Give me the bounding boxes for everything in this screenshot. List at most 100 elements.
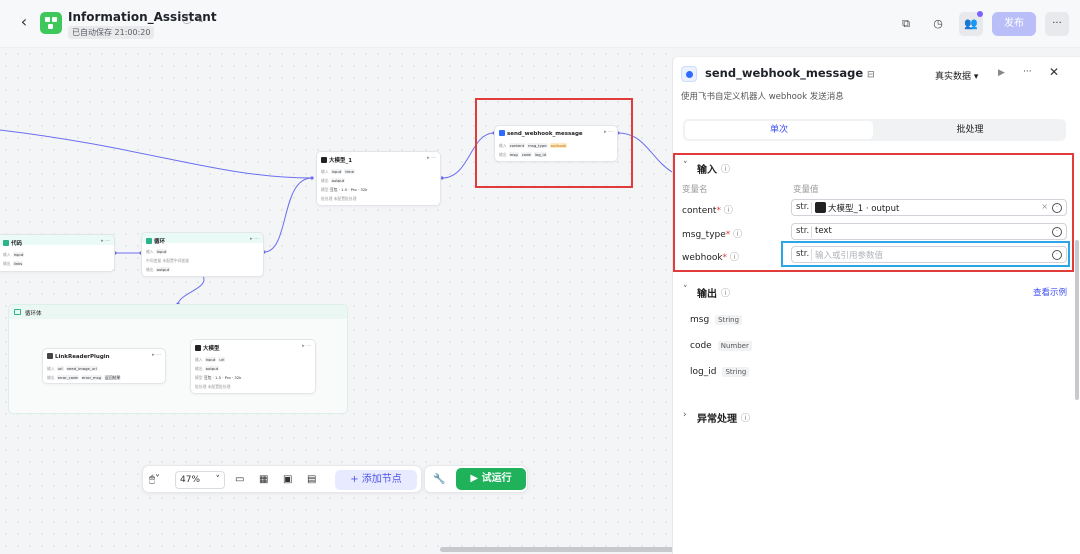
node-code[interactable]: 代码 ▸ ··· 输入 input 输出 links [0, 234, 115, 272]
data-source-select[interactable]: 真实数据 ▾ [935, 69, 978, 82]
node-row-input: 输入 input [146, 249, 168, 255]
copy-icon[interactable]: ⧉ [896, 14, 916, 34]
row-label: 批处理 [321, 196, 333, 201]
node-loop[interactable]: 循环 ▸ ··· 输入 input 中间变量 未配置中间变量 输出 output [141, 232, 264, 277]
output-name: msg [690, 315, 710, 325]
node-config-panel: send_webhook_message ⊟ 真实数据 ▾ ▶ ··· ✕ 使用… [672, 56, 1080, 554]
tag: input [12, 252, 25, 257]
tag: url [56, 366, 64, 371]
test-run-button[interactable]: ▶ 试运行 [456, 468, 526, 490]
node-row-batch: 批处理 未配置批处理 [321, 196, 356, 202]
tag: 返回结果 [104, 375, 122, 380]
node-row-output: 输出 error_code error_msg 返回结果 [47, 375, 122, 381]
node-row-input: 输入 url need_image_url [47, 366, 98, 372]
row-label: 输入 [195, 357, 203, 362]
code-icon [3, 240, 9, 246]
loop-icon [146, 238, 152, 244]
node-actions[interactable]: ▸ ··· [101, 238, 110, 244]
row-label: 模型 [321, 187, 329, 192]
close-icon[interactable]: ✕ [1049, 65, 1059, 79]
node-row-input: 输入 input url [195, 357, 226, 363]
tag: output [204, 366, 220, 371]
info-icon[interactable]: ⓘ [721, 286, 730, 299]
output-msg: msg String [690, 315, 743, 325]
tag: need_image_url [65, 366, 98, 371]
node-actions[interactable]: ▸ ··· [427, 155, 436, 161]
expand-error-icon[interactable]: › [683, 410, 687, 420]
highlight-webhook-field [781, 241, 1070, 267]
more-icon[interactable]: ··· [1023, 67, 1032, 77]
row-label: 中间变量 [146, 258, 162, 263]
tab-batch[interactable]: 批处理 [876, 121, 1064, 139]
tag: input [204, 357, 217, 362]
node-actions[interactable]: ▸ ··· [152, 352, 161, 358]
image-icon[interactable]: ▣ [283, 471, 292, 489]
wrench-icon[interactable]: 🔧 [433, 471, 445, 489]
loop-body-icon [14, 309, 21, 315]
llm-icon [195, 345, 201, 351]
output-code: code Number [690, 341, 752, 351]
node-title: 代码 [3, 239, 22, 247]
node-row-output: 输出 output [146, 267, 171, 273]
row-label: 输出 [146, 267, 154, 272]
row-label: 输出 [47, 375, 55, 380]
node-row-batch: 批处理 未配置批处理 [195, 384, 230, 390]
chevron-down-icon: ˅ [215, 475, 221, 485]
publish-button[interactable]: 发布 [992, 12, 1036, 36]
output-type: String [722, 367, 750, 377]
grid-layout-icon[interactable]: ▦ [259, 471, 268, 489]
node-row-input: 输入 input [3, 252, 25, 258]
node-title-text: 大模型 [203, 346, 220, 352]
tag: url [218, 357, 226, 362]
canvas-toolbar: 🖱˅ 47% ˅ ▭ ▦ ▣ ▤ + 添加节点 [142, 465, 422, 493]
row-label: 输入 [3, 252, 11, 257]
tab-single[interactable]: 单次 [685, 121, 873, 139]
panel-description: 使用飞书自定义机器人 webhook 发送消息 [681, 92, 844, 102]
loop-body-title: 循环体 [25, 311, 42, 317]
plugin-icon [47, 353, 53, 359]
node-row-input: 输入 input time [321, 169, 355, 175]
node-row-model: 模型 豆包 · 1.5 · Pro · 32k [195, 375, 241, 381]
tag: time [344, 169, 355, 174]
plugin-icon [681, 66, 697, 82]
row-value: 豆包 · 1.5 · Pro · 32k [203, 375, 242, 380]
node-title-text: 循环 [154, 239, 166, 245]
history-icon[interactable]: ◷ [928, 14, 948, 34]
edit-icon[interactable]: ✎ [195, 15, 203, 26]
node-link-reader[interactable]: LinkReaderPlugin ▸ ··· 输入 url need_image_u… [42, 348, 166, 384]
comment-icon[interactable]: ▭ [235, 471, 244, 489]
run-mode-tabs: 单次 批处理 [683, 119, 1066, 141]
node-actions[interactable]: ▸ ··· [250, 236, 259, 242]
zoom-value: 47% [180, 475, 201, 485]
row-label: 模型 [195, 375, 203, 380]
node-llm-loop[interactable]: 大模型 ▸ ··· 输入 input url 输出 output 模型 豆包 · 1.… [190, 339, 316, 394]
row-label: 输入 [321, 169, 329, 174]
add-node-button[interactable]: + 添加节点 [335, 470, 417, 490]
mouse-mode-icon[interactable]: 🖱˅ [149, 471, 160, 489]
tag: input [155, 249, 168, 254]
row-label: 输出 [3, 261, 11, 266]
collaborators-button[interactable]: 👥 [959, 11, 983, 36]
run-icon[interactable]: ▶ [998, 68, 1005, 78]
panel-scrollbar[interactable] [1075, 240, 1079, 400]
info-icon[interactable]: ⓘ [182, 15, 192, 26]
output-type: Number [717, 341, 752, 351]
error-handling-title[interactable]: 异常处理 [697, 410, 737, 425]
row-value: 未配置批处理 [207, 384, 231, 389]
more-menu-button[interactable]: ··· [1045, 12, 1069, 36]
output-name: code [690, 341, 712, 351]
node-actions[interactable]: ▸ ··· [302, 343, 311, 349]
info-icon[interactable]: ⓘ [741, 411, 750, 424]
collapse-output-icon[interactable]: ˅ [683, 285, 688, 295]
node-llm-1[interactable]: 大模型_1 ▸ ··· 输入 input time 输出 output 模型 豆包 ·… [316, 151, 441, 206]
back-button[interactable]: ‹ [14, 12, 34, 32]
llm-icon [321, 157, 327, 163]
minimap-icon[interactable]: ▤ [307, 471, 316, 489]
node-row-model: 模型 豆包 · 1.5 · Pro · 32k [321, 187, 367, 193]
node-row-output: 输出 output [195, 366, 220, 372]
output-type: String [715, 315, 743, 325]
panel-title: send_webhook_message ⊟ [705, 66, 875, 80]
zoom-select[interactable]: 47% ˅ [175, 471, 225, 489]
view-example-link[interactable]: 查看示例 [1033, 286, 1067, 298]
output-section-title: 输出 [697, 289, 717, 300]
